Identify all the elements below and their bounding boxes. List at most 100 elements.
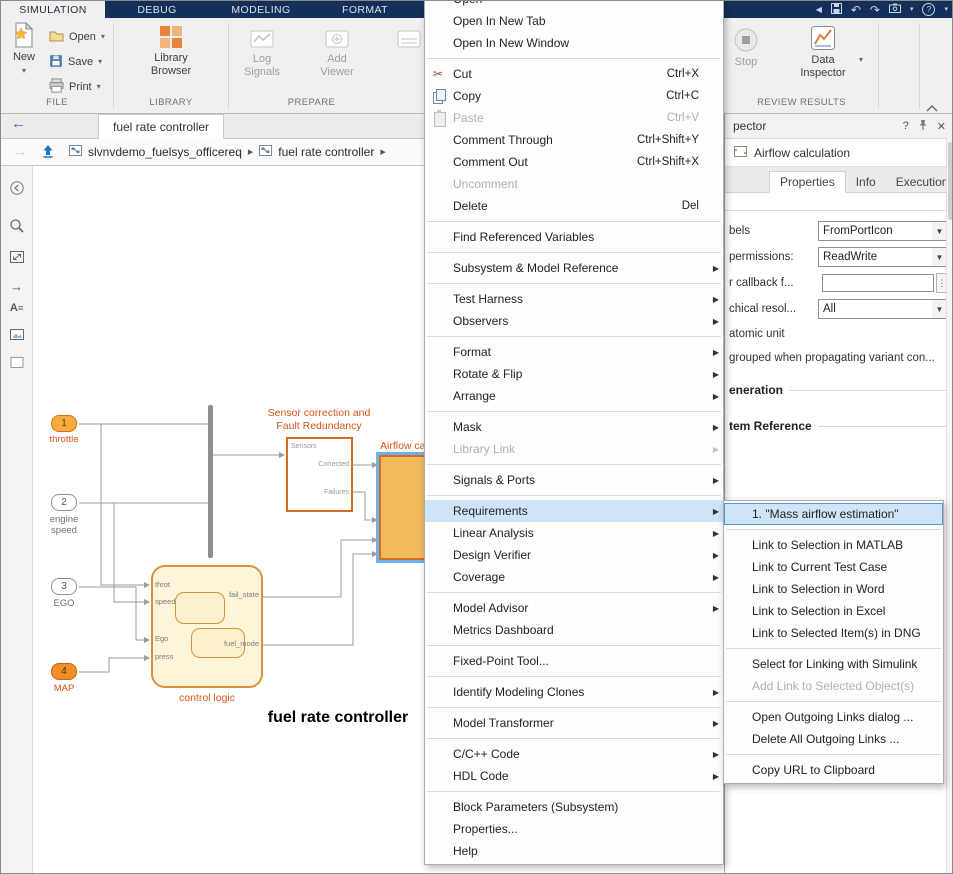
capture-icon[interactable] [889, 3, 901, 16]
menu-item[interactable]: Link to Selection in MATLAB ▶ [724, 534, 943, 556]
menu-item[interactable]: Uncomment ▶ [425, 173, 723, 195]
menu-item[interactable]: HDL Code ▶ [425, 765, 723, 787]
menu-item[interactable]: Signals & Ports ▶ [425, 469, 723, 491]
menu-item[interactable]: Help ▶ [425, 840, 723, 862]
menu-item[interactable]: 1. "Mass airflow estimation" ▶ [724, 503, 943, 525]
menu-item[interactable]: Comment Out Ctrl+Shift+X ▶ [425, 151, 723, 173]
permissions-combo[interactable]: ReadWrite ▼ [818, 247, 948, 267]
menu-item[interactable]: Requirements ▶ [425, 500, 723, 522]
up-to-parent-button[interactable] [41, 144, 55, 164]
menu-item[interactable]: Delete Del ▶ [425, 195, 723, 217]
sensor-correction-block[interactable]: Sensors Corrected Failures [286, 437, 353, 512]
resolution-combo[interactable]: All ▼ [818, 299, 948, 319]
nav-back-icon[interactable]: ◀ [816, 6, 822, 14]
menu-item[interactable]: Coverage ▶ [425, 566, 723, 588]
menu-item[interactable]: Observers ▶ [425, 310, 723, 332]
viewmark-icon[interactable] [9, 328, 25, 346]
menu-item[interactable]: C/C++ Code ▶ [425, 743, 723, 765]
redo-icon[interactable]: ↷ [870, 4, 880, 16]
inspector-help-icon[interactable]: ? [903, 120, 909, 132]
open-button[interactable]: Open ▾ [49, 27, 105, 47]
menu-item[interactable]: Paste Ctrl+V ▶ [425, 107, 723, 129]
back-button[interactable]: ← [11, 115, 26, 132]
tab-format[interactable]: FORMAT [313, 1, 417, 18]
bus-bar[interactable] [208, 405, 213, 558]
variant-conditions-checkbox-label[interactable]: grouped when propagating variant con... [729, 346, 948, 370]
scrollbar-thumb[interactable] [948, 142, 953, 220]
breadcrumb-chevron-icon[interactable]: ▶ [380, 148, 385, 156]
save-button[interactable]: Save ▾ [49, 52, 102, 72]
inport-engine-speed[interactable]: 2 [51, 494, 77, 511]
menu-item[interactable]: Format ▶ [425, 341, 723, 363]
menu-item[interactable]: Select for Linking with Simulink ▶ [724, 653, 943, 675]
menu-item[interactable]: Open In New Window ▶ [425, 32, 723, 54]
menu-item[interactable]: Link to Selected Item(s) in DNG ▶ [724, 622, 943, 644]
menu-item[interactable]: Copy URL to Clipboard ▶ [724, 759, 943, 781]
menu-item[interactable]: Block Parameters (Subsystem) ▶ [425, 796, 723, 818]
library-browser-button[interactable]: Library Browser [128, 25, 214, 78]
undo-icon[interactable]: ↶ [851, 4, 861, 16]
print-button[interactable]: Print ▾ [49, 77, 101, 97]
tab-properties[interactable]: Properties [769, 171, 846, 193]
document-tab[interactable]: fuel rate controller [98, 114, 224, 139]
hide-explorer-bar-icon[interactable] [9, 180, 25, 201]
close-icon[interactable]: ✕ [937, 120, 946, 133]
add-viewer-button[interactable]: Add Viewer [306, 30, 368, 79]
forward-button[interactable]: → [13, 143, 27, 159]
inport-ego[interactable]: 3 [51, 578, 77, 595]
menu-item[interactable]: Metrics Dashboard ▶ [425, 619, 723, 641]
menu-item[interactable]: Model Advisor ▶ [425, 597, 723, 619]
menu-item[interactable]: Arrange ▶ [425, 385, 723, 407]
menu-item[interactable]: Rotate & Flip ▶ [425, 363, 723, 385]
menu-item[interactable]: Link to Selection in Excel ▶ [724, 600, 943, 622]
menu-item[interactable]: Mask ▶ [425, 416, 723, 438]
toolbar-dropdown-icon[interactable]: ▾ [944, 6, 948, 13]
menu-item[interactable]: Comment Through Ctrl+Shift+Y ▶ [425, 129, 723, 151]
pan-arrow-icon[interactable]: → [10, 279, 23, 294]
callback-input[interactable] [822, 274, 934, 292]
zoom-icon[interactable] [9, 218, 25, 239]
menu-item[interactable]: Link to Current Test Case ▶ [724, 556, 943, 578]
menu-item[interactable]: Subsystem & Model Reference ▶ [425, 257, 723, 279]
stop-button[interactable]: Stop [725, 27, 767, 69]
menu-item[interactable]: Test Harness ▶ [425, 288, 723, 310]
menu-item[interactable]: Add Link to Selected Object(s) ▶ [724, 675, 943, 697]
menu-item[interactable]: Identify Modeling Clones ▶ [425, 681, 723, 703]
subsystem-outline-icon[interactable] [9, 356, 24, 374]
menu-item[interactable]: Open In New Tab ▶ [425, 10, 723, 32]
breadcrumb-root[interactable]: slvnvdemo_fuelsys_officereq [88, 145, 242, 159]
tab-modeling[interactable]: MODELING [209, 1, 313, 18]
help-icon[interactable]: ? [922, 3, 935, 16]
data-inspector-button[interactable]: Data Inspector [791, 25, 855, 80]
tab-info[interactable]: Info [846, 172, 886, 192]
fit-view-icon[interactable] [9, 250, 25, 269]
prepare-extra-button[interactable] [389, 30, 429, 53]
menu-item[interactable]: Copy Ctrl+C ▶ [425, 85, 723, 107]
menu-item[interactable]: Link to Selection in Word ▶ [724, 578, 943, 600]
menu-item[interactable]: Cut Ctrl+X ▶ [425, 63, 723, 85]
tab-simulation[interactable]: SIMULATION [1, 1, 105, 18]
breadcrumb-chevron-icon[interactable]: ▶ [248, 148, 253, 156]
atomic-unit-checkbox-label[interactable]: atomic unit [729, 322, 948, 346]
port-labels-combo[interactable]: FromPortIcon ▼ [818, 221, 948, 241]
data-inspector-dropdown-icon[interactable]: ▾ [859, 56, 863, 64]
capture-dropdown-icon[interactable]: ▾ [910, 6, 914, 13]
menu-item[interactable]: Fixed-Point Tool... ▶ [425, 650, 723, 672]
inspector-scrollbar[interactable] [946, 138, 953, 874]
tab-debug[interactable]: DEBUG [105, 1, 209, 18]
menu-item[interactable]: Open Outgoing Links dialog ... ▶ [724, 706, 943, 728]
menu-item[interactable]: Open ▶ [425, 0, 723, 10]
breadcrumb-current[interactable]: fuel rate controller [278, 145, 374, 159]
menu-item[interactable]: Linear Analysis ▶ [425, 522, 723, 544]
pin-icon[interactable] [918, 119, 928, 134]
menu-item[interactable]: Model Transformer ▶ [425, 712, 723, 734]
new-button[interactable]: New ▾ [5, 22, 43, 76]
inport-map[interactable]: 4 [51, 663, 77, 680]
log-signals-button[interactable]: Log Signals [231, 30, 293, 79]
menu-item[interactable]: Delete All Outgoing Links ... ▶ [724, 728, 943, 750]
menu-item[interactable]: Library Link ▶ [425, 438, 723, 460]
inport-throttle[interactable]: 1 [51, 415, 77, 432]
tab-execution[interactable]: Execution [886, 172, 953, 192]
menu-item[interactable]: Find Referenced Variables ▶ [425, 226, 723, 248]
menu-item[interactable]: Properties... ▶ [425, 818, 723, 840]
